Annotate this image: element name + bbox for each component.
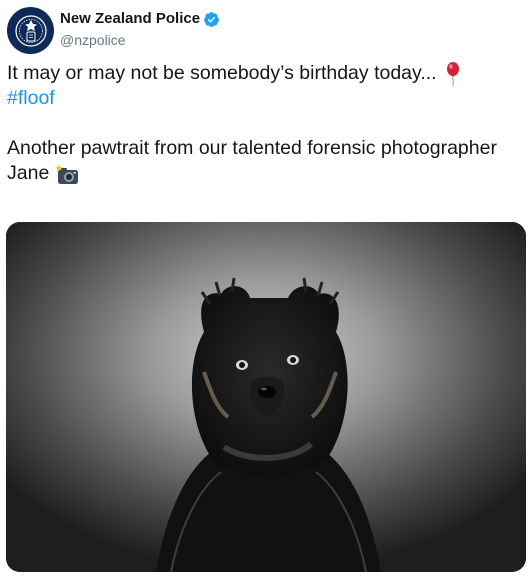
- black-and-white-puppy-photo: [6, 222, 526, 572]
- police-badge-icon: [14, 14, 47, 47]
- tweet-header: New Zealand Police @nzpolice: [7, 7, 517, 55]
- tweet-line-3: Another pawtrait from our talented foren…: [7, 136, 522, 161]
- tweet-photo[interactable]: [6, 222, 526, 572]
- tweet-text: It may or may not be somebody’s birthday…: [7, 61, 522, 186]
- tweet-line-2: #floof: [7, 86, 522, 111]
- account-handle[interactable]: @nzpolice: [60, 31, 220, 49]
- display-name-row[interactable]: New Zealand Police: [60, 10, 220, 28]
- hashtag-link[interactable]: #floof: [7, 86, 55, 111]
- tweet-text-line4: Jane: [7, 162, 50, 184]
- verified-badge-icon: [204, 11, 219, 27]
- display-name[interactable]: New Zealand Police: [60, 10, 200, 28]
- tweet-text-line3: Another pawtrait from our talented foren…: [7, 137, 497, 159]
- camera-with-flash-icon: [55, 163, 79, 185]
- account-names: New Zealand Police @nzpolice: [60, 10, 220, 49]
- tweet-text-line1: It may or may not be somebody’s birthday…: [7, 62, 437, 84]
- tweet-line-4: Jane: [7, 161, 522, 186]
- balloon-icon: [445, 61, 461, 86]
- avatar[interactable]: [7, 7, 54, 54]
- tweet-line-1: It may or may not be somebody’s birthday…: [7, 61, 522, 86]
